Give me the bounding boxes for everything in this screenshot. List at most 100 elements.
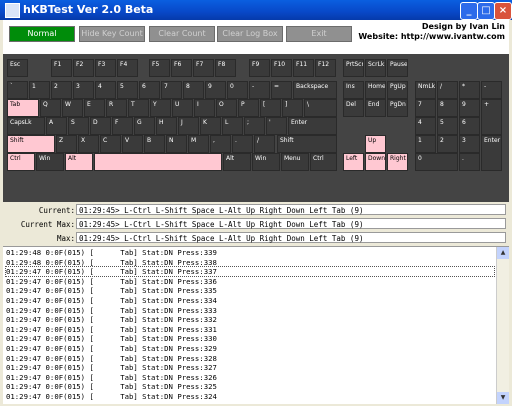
key--: `: [7, 81, 28, 99]
current-max-label: Current Max:: [20, 220, 75, 229]
key-6: 6: [459, 117, 480, 135]
log-line[interactable]: 01:29:47 0:0F(015) [ Tab] Stat:DN Press:…: [6, 373, 217, 382]
key-e: E: [84, 99, 105, 117]
key-g: G: [134, 117, 155, 135]
key-4: 4: [415, 117, 436, 135]
key-o: O: [216, 99, 237, 117]
minimize-button[interactable]: _: [460, 2, 478, 20]
key-l: L: [222, 117, 243, 135]
log-line[interactable]: 01:29:47 0:0F(015) [ Tab] Stat:DN Press:…: [6, 382, 217, 391]
key-8: 8: [183, 81, 204, 99]
key-f12: F12: [315, 59, 336, 77]
normal-button[interactable]: Normal: [9, 26, 75, 42]
key-f6: F6: [171, 59, 192, 77]
key--: -: [481, 81, 502, 99]
key-f: F: [112, 117, 133, 135]
key-win: Win: [252, 153, 280, 171]
key--: [: [260, 99, 281, 117]
key-backspace: Backspace: [293, 81, 337, 99]
key-f10: F10: [271, 59, 292, 77]
hide-key-count-button[interactable]: Hide Key Count: [79, 26, 145, 42]
key-a: A: [46, 117, 67, 135]
keyboard-panel: Esc F1 F2 F3 F4 F5 F6 F7 F8 F9 F10 F11 F12 PrtScr ScrL…: [3, 54, 509, 202]
design-by: Design by Ivan Lin: [421, 22, 505, 31]
key-f11: F11: [293, 59, 314, 77]
log-line[interactable]: 01:29:47 0:0F(015) [ Tab] Stat:DN Press:…: [6, 296, 217, 305]
scroll-up-icon[interactable]: ▲: [497, 247, 509, 259]
key-ctrl: Ctrl: [310, 153, 337, 171]
key-0: 0: [415, 153, 458, 171]
key-t: T: [128, 99, 149, 117]
key-2: 2: [51, 81, 72, 99]
log-line[interactable]: 01:29:47 0:0F(015) [ Tab] Stat:DN Press:…: [6, 306, 217, 315]
key--: +: [481, 99, 502, 135]
log-box[interactable]: ▲ ▼ 01:29:48 0:0F(015) [ Tab] Stat:DN Pr…: [3, 246, 509, 404]
key-nmlk: NmLk: [415, 81, 436, 99]
log-line[interactable]: 01:29:48 0:0F(015) [ Tab] Stat:DN Press:…: [6, 248, 217, 257]
maximize-button[interactable]: □: [477, 2, 495, 20]
key-7: 7: [161, 81, 182, 99]
key-f4: F4: [117, 59, 138, 77]
max-row: Max: 01:29:45> L-Ctrl L-Shift Space L-Al…: [3, 232, 509, 245]
key-1: 1: [415, 135, 436, 153]
close-button[interactable]: ×: [494, 2, 512, 20]
log-line[interactable]: 01:29:47 0:0F(015) [ Tab] Stat:DN Press:…: [6, 354, 217, 363]
key-shift: Shift: [277, 135, 337, 153]
website: Website: http://www.ivantw.com: [358, 32, 505, 41]
clear-count-button[interactable]: Clear Count: [149, 26, 215, 42]
key-down: Down: [365, 153, 386, 171]
key-s: S: [68, 117, 89, 135]
key-w: W: [62, 99, 83, 117]
log-line[interactable]: 01:29:47 0:0F(015) [ Tab] Stat:DN Press:…: [5, 266, 495, 278]
log-line[interactable]: 01:29:47 0:0F(015) [ Tab] Stat:DN Press:…: [6, 334, 217, 343]
key-y: Y: [150, 99, 171, 117]
log-line[interactable]: 01:29:47 0:0F(015) [ Tab] Stat:DN Press:…: [6, 315, 217, 324]
key-x: X: [78, 135, 99, 153]
key-space: [94, 153, 222, 171]
log-line[interactable]: 01:29:47 0:0F(015) [ Tab] Stat:DN Press:…: [6, 392, 217, 401]
key--: /: [437, 81, 458, 99]
log-line[interactable]: 01:29:47 0:0F(015) [ Tab] Stat:DN Press:…: [6, 344, 217, 353]
key-r: R: [106, 99, 127, 117]
scroll-down-icon[interactable]: ▼: [497, 392, 509, 404]
key-up: Up: [365, 135, 386, 153]
key-b: B: [144, 135, 165, 153]
key-f8: F8: [215, 59, 236, 77]
key-h: H: [156, 117, 177, 135]
key-1: 1: [29, 81, 50, 99]
key-7: 7: [415, 99, 436, 117]
exit-button[interactable]: Exit: [286, 26, 352, 42]
log-line[interactable]: 01:29:47 0:0F(015) [ Tab] Stat:DN Press:…: [6, 286, 217, 295]
log-line[interactable]: 01:29:48 0:0F(015) [ Tab] Stat:DN Press:…: [6, 258, 217, 267]
key-k: K: [200, 117, 221, 135]
key-2: 2: [437, 135, 458, 153]
log-line[interactable]: 01:29:47 0:0F(015) [ Tab] Stat:DN Press:…: [6, 277, 217, 286]
key-left: Left: [343, 153, 364, 171]
key--: =: [271, 81, 292, 99]
key-9: 9: [205, 81, 226, 99]
log-scrollbar[interactable]: ▲ ▼: [496, 247, 509, 404]
key-esc: Esc: [7, 59, 28, 77]
key--: ]: [282, 99, 303, 117]
key-del: Del: [343, 99, 364, 117]
log-line[interactable]: 01:29:47 0:0F(015) [ Tab] Stat:DN Press:…: [6, 363, 217, 372]
key--: ': [266, 117, 287, 135]
key-scrlk: ScrLk: [365, 59, 386, 77]
clear-log-box-button[interactable]: Clear Log Box: [217, 26, 283, 42]
key-3: 3: [73, 81, 94, 99]
key-u: U: [172, 99, 193, 117]
key-f2: F2: [73, 59, 94, 77]
key-ins: Ins: [343, 81, 364, 99]
log-line[interactable]: 01:29:47 0:0F(015) [ Tab] Stat:DN Press:…: [6, 325, 217, 334]
window-title: hKBTest Ver 2.0 Beta: [23, 3, 154, 16]
key-pause: Pause: [387, 59, 408, 77]
key-alt: Alt: [223, 153, 251, 171]
key-0: 0: [227, 81, 248, 99]
key-8: 8: [437, 99, 458, 117]
key-q: Q: [40, 99, 61, 117]
key-pgup: PgUp: [387, 81, 408, 99]
key-tab: Tab: [7, 99, 39, 117]
key-i: I: [194, 99, 215, 117]
key-n: N: [166, 135, 187, 153]
key-home: Home: [365, 81, 386, 99]
